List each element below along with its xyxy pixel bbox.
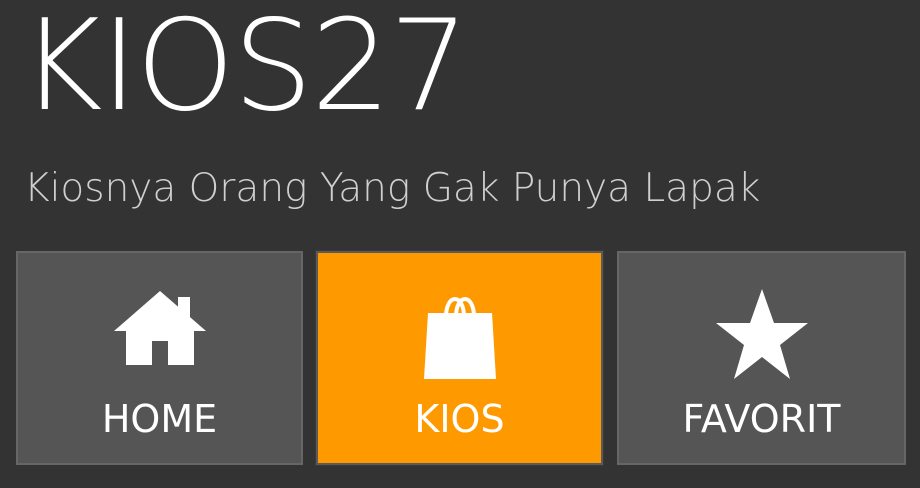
- star-icon: [714, 287, 810, 385]
- shopping-bag-icon: [418, 287, 502, 385]
- nav-label-home: HOME: [101, 397, 218, 441]
- home-icon: [112, 287, 208, 371]
- nav-tile-kios[interactable]: KIOS: [316, 251, 603, 465]
- nav-label-favorit: FAVORIT: [682, 397, 841, 441]
- app-page: KIOS27 Kiosnya Orang Yang Gak Punya Lapa…: [0, 0, 920, 488]
- nav-label-kios: KIOS: [414, 397, 505, 441]
- nav-tile-favorit[interactable]: FAVORIT: [617, 251, 906, 465]
- main-nav: HOME KIOS FAVORIT: [0, 0, 920, 488]
- nav-tile-home[interactable]: HOME: [16, 251, 303, 465]
